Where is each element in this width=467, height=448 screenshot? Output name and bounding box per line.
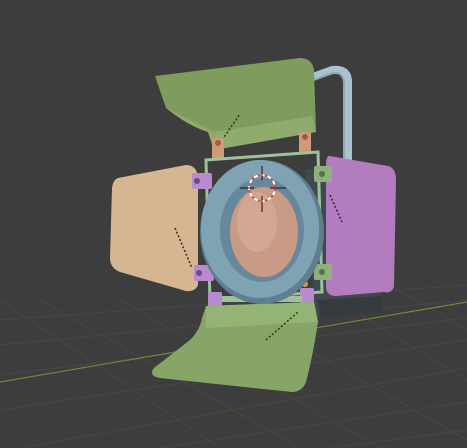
left-barn-door[interactable] [110, 165, 198, 292]
3d-viewport[interactable] [0, 0, 467, 448]
right-barn-door[interactable] [326, 155, 396, 296]
viewport-canvas[interactable] [0, 0, 467, 448]
